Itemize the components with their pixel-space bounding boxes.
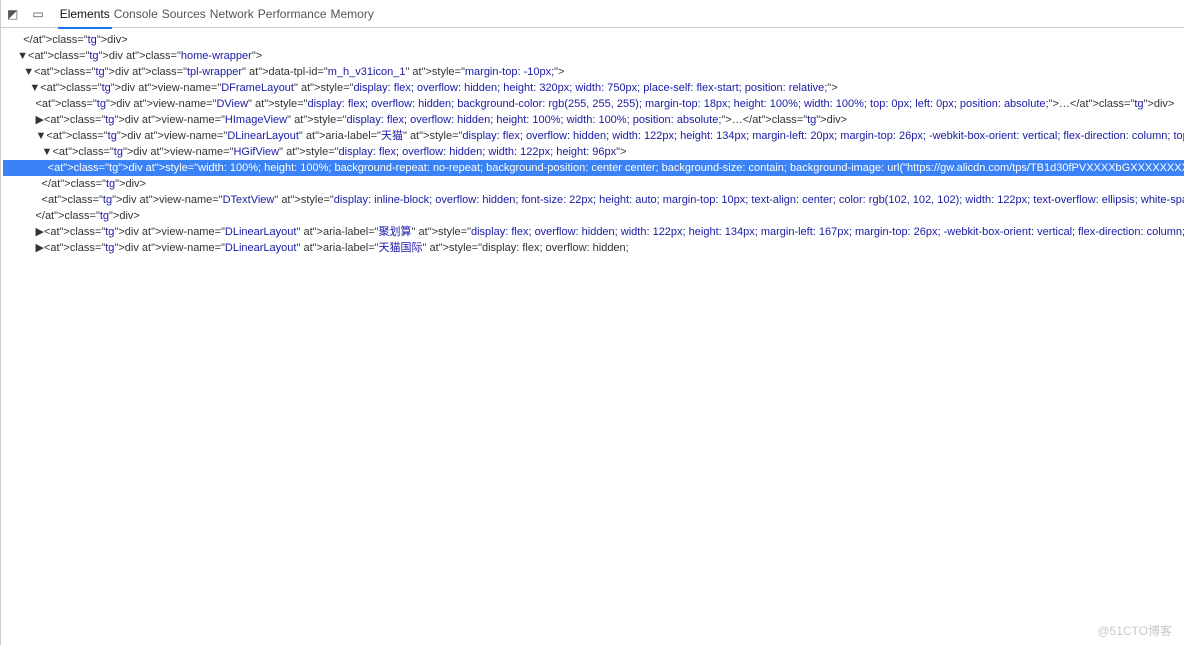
dom-line[interactable]: <at">class="tg">div at">style="width: 10… — [3, 160, 1184, 176]
dom-line[interactable]: <at">class="tg">div at">view-name="DView… — [3, 96, 1184, 112]
dom-line[interactable]: </at">class="tg">div> — [3, 208, 1184, 224]
dom-line[interactable]: ▼<at">class="tg">div at">view-name="DLin… — [3, 128, 1184, 144]
tab-sources[interactable]: Sources — [160, 1, 208, 27]
dom-line[interactable]: </at">class="tg">div> — [3, 176, 1184, 192]
dom-line[interactable]: ▼<at">class="tg">div at">view-name="DFra… — [3, 80, 1184, 96]
device-icon[interactable]: ▭ — [32, 7, 43, 21]
dom-line[interactable]: ▶<at">class="tg">div at">view-name="DLin… — [3, 224, 1184, 240]
tab-performance[interactable]: Performance — [256, 1, 329, 27]
inspect-icon[interactable]: ◩ — [7, 7, 18, 21]
dom-line[interactable]: ▶<at">class="tg">div at">view-name="DLin… — [3, 240, 1184, 256]
dom-line[interactable]: </at">class="tg">div> — [3, 32, 1184, 48]
dom-line[interactable]: ▼<at">class="tg">div at">class="home-wra… — [3, 48, 1184, 64]
tab-console[interactable]: Console — [112, 1, 160, 27]
dom-line[interactable]: ▶<at">class="tg">div at">view-name="HIma… — [3, 112, 1184, 128]
tab-memory[interactable]: Memory — [329, 1, 376, 27]
dom-line[interactable]: <at">class="tg">div at">view-name="DText… — [3, 192, 1184, 208]
dom-line[interactable]: ▼<at">class="tg">div at">class="tpl-wrap… — [3, 64, 1184, 80]
dom-line[interactable]: ▼<at">class="tg">div at">view-name="HGif… — [3, 144, 1184, 160]
devtools-panel: ◩ ▭ ElementsConsoleSourcesNetworkPerform… — [0, 0, 1184, 645]
devtools-tabs: ◩ ▭ ElementsConsoleSourcesNetworkPerform… — [1, 0, 1184, 28]
watermark: @51CTO博客 — [1097, 622, 1172, 639]
dom-tree[interactable]: </at">class="tg">div> ▼<at">class="tg">d… — [1, 28, 1184, 645]
tab-network[interactable]: Network — [208, 1, 256, 27]
tab-elements[interactable]: Elements — [58, 1, 112, 29]
